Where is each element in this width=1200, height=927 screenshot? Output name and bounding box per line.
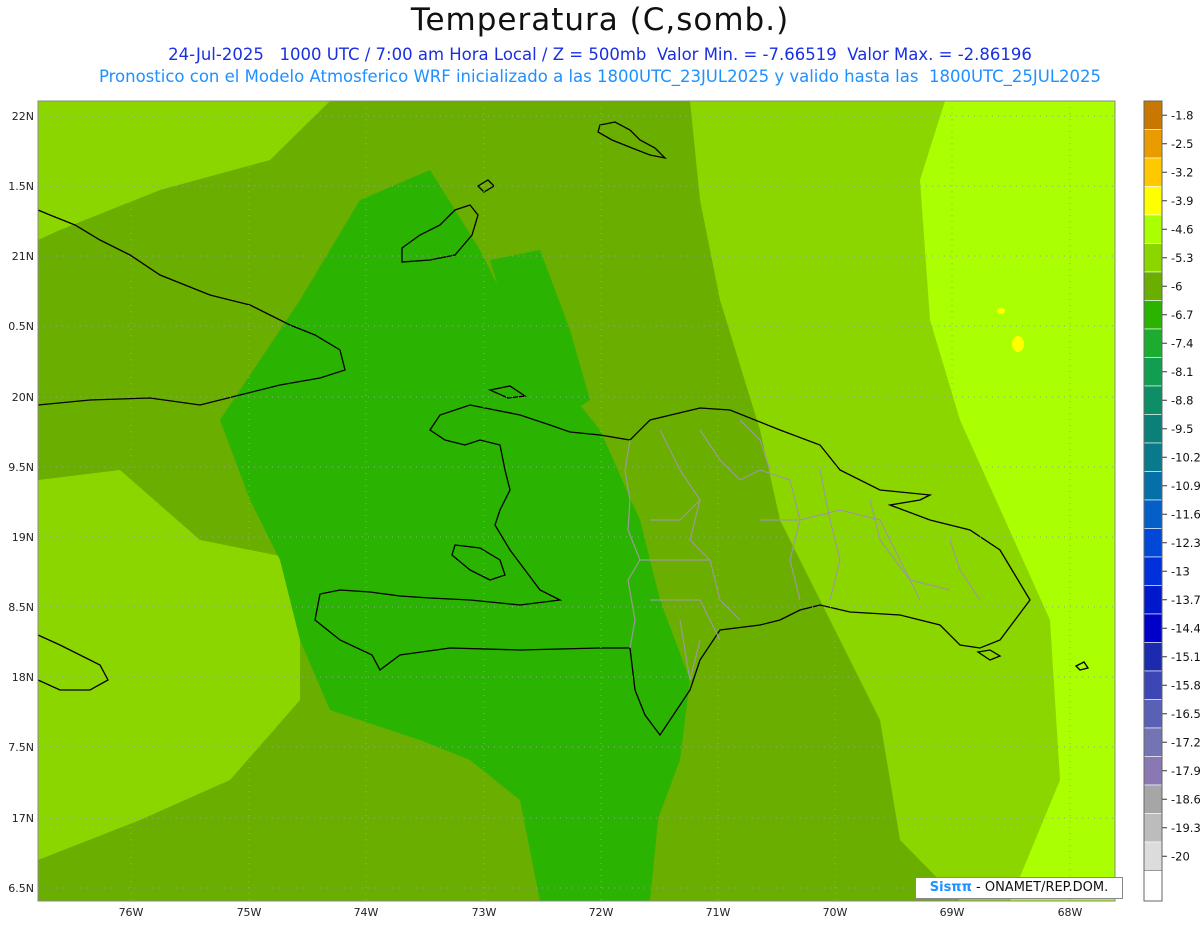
colorbar-label: -8.8 [1171, 393, 1193, 407]
lon-label: 72W [589, 906, 614, 919]
colorbar-label: -2.5 [1171, 137, 1193, 151]
colorbar-label: -9.5 [1171, 422, 1193, 436]
colorbar-swatch [1143, 300, 1163, 330]
colorbar-label: -3.2 [1171, 165, 1193, 179]
lat-label: 17N [12, 812, 34, 825]
colorbar-swatch [1143, 100, 1163, 130]
colorbar-label: -13.7 [1171, 593, 1200, 607]
colorbar-swatch [1143, 756, 1163, 786]
colorbar-swatch [1143, 585, 1163, 615]
colorbar-label: -17.9 [1171, 764, 1200, 778]
lat-label: 18N [12, 671, 34, 684]
lat-label: 1.5N [8, 180, 34, 193]
sispi-logo: Sisππ [929, 880, 972, 895]
colorbar-swatch [1143, 271, 1163, 301]
colorbar-swatch [1143, 499, 1163, 529]
colorbar-label: -20 [1171, 849, 1190, 863]
latitude-axis: 22N 1.5N 21N 0.5N 20N 9.5N 19N 8.5N 18N … [8, 110, 34, 895]
colorbar-swatch [1143, 214, 1163, 244]
map-area [38, 101, 1115, 901]
colorbar-swatch [1143, 157, 1163, 187]
colorbar-label: -10.2 [1171, 450, 1200, 464]
colorbar-label: -16.5 [1171, 707, 1200, 721]
yellow-cell-east-2 [997, 308, 1005, 314]
colorbar-label: -13 [1171, 564, 1190, 578]
colorbar-swatch [1143, 784, 1163, 814]
colorbar-label: -11.6 [1171, 507, 1200, 521]
colorbar-label: -4.6 [1171, 222, 1193, 236]
lat-label: 6.5N [8, 882, 34, 895]
colorbar-label: -14.4 [1171, 621, 1200, 635]
colorbar-label: -12.3 [1171, 536, 1200, 550]
colorbar-label: -8.1 [1171, 365, 1193, 379]
lat-label: 0.5N [8, 320, 34, 333]
colorbar-swatch [1143, 642, 1163, 672]
colorbar-swatch [1143, 129, 1163, 159]
lon-label: 76W [119, 906, 144, 919]
colorbar-swatch [1143, 328, 1163, 358]
lon-label: 68W [1058, 906, 1083, 919]
colorbar-label: -18.6 [1171, 792, 1200, 806]
colorbar-bottom-swatch [1143, 870, 1163, 902]
credit-box: Sisππ - ONAMET/REP.DOM. [915, 877, 1123, 899]
colorbar-swatch [1143, 841, 1163, 871]
lat-label: 7.5N [8, 741, 34, 754]
colorbar-swatch [1143, 813, 1163, 843]
colorbar-label: -6.7 [1171, 308, 1193, 322]
colorbar-label: -19.3 [1171, 821, 1200, 835]
colorbar-swatch [1143, 442, 1163, 472]
colorbar-swatch [1143, 357, 1163, 387]
colorbar-swatch [1143, 385, 1163, 415]
lon-label: 70W [823, 906, 848, 919]
lon-label: 69W [940, 906, 965, 919]
lon-label: 74W [354, 906, 379, 919]
colorbar-label: -17.2 [1171, 735, 1200, 749]
colorbar-swatch [1143, 528, 1163, 558]
colorbar-swatch [1143, 414, 1163, 444]
lat-label: 21N [12, 250, 34, 263]
lat-label: 19N [12, 531, 34, 544]
colorbar-swatch [1143, 556, 1163, 586]
lon-label: 71W [706, 906, 731, 919]
lat-label: 9.5N [8, 461, 34, 474]
colorbar: -1.8 -2.5 -3.2 -3.9 -4.6 -5.3 -6 -6.7 -7.4 -8.1 -8… [1143, 100, 1200, 902]
colorbar-label: -6 [1171, 279, 1182, 293]
colorbar-swatch [1143, 471, 1163, 501]
colorbar-label: -1.8 [1171, 108, 1193, 122]
colorbar-swatch [1143, 670, 1163, 700]
lon-label: 75W [237, 906, 262, 919]
longitude-axis: 76W 75W 74W 73W 72W 71W 70W 69W 68W [119, 906, 1083, 919]
colorbar-swatch [1143, 186, 1163, 216]
lat-label: 22N [12, 110, 34, 123]
credit-text: - ONAMET/REP.DOM. [976, 880, 1109, 895]
colorbar-swatch [1143, 243, 1163, 273]
colorbar-label: -10.9 [1171, 479, 1200, 493]
colorbar-label: -7.4 [1171, 336, 1193, 350]
colorbar-swatch [1143, 727, 1163, 757]
colorbar-swatch [1143, 613, 1163, 643]
yellow-cell-east-1 [1012, 336, 1024, 352]
colorbar-swatch [1143, 699, 1163, 729]
colorbar-label: -5.3 [1171, 251, 1193, 265]
colorbar-label: -15.1 [1171, 650, 1200, 664]
colorbar-label: -15.8 [1171, 678, 1200, 692]
lat-label: 20N [12, 391, 34, 404]
colorbar-label: -3.9 [1171, 194, 1193, 208]
lon-label: 73W [472, 906, 497, 919]
lat-label: 8.5N [8, 601, 34, 614]
temperature-map: 22N 1.5N 21N 0.5N 20N 9.5N 19N 8.5N 18N … [8, 100, 1200, 919]
